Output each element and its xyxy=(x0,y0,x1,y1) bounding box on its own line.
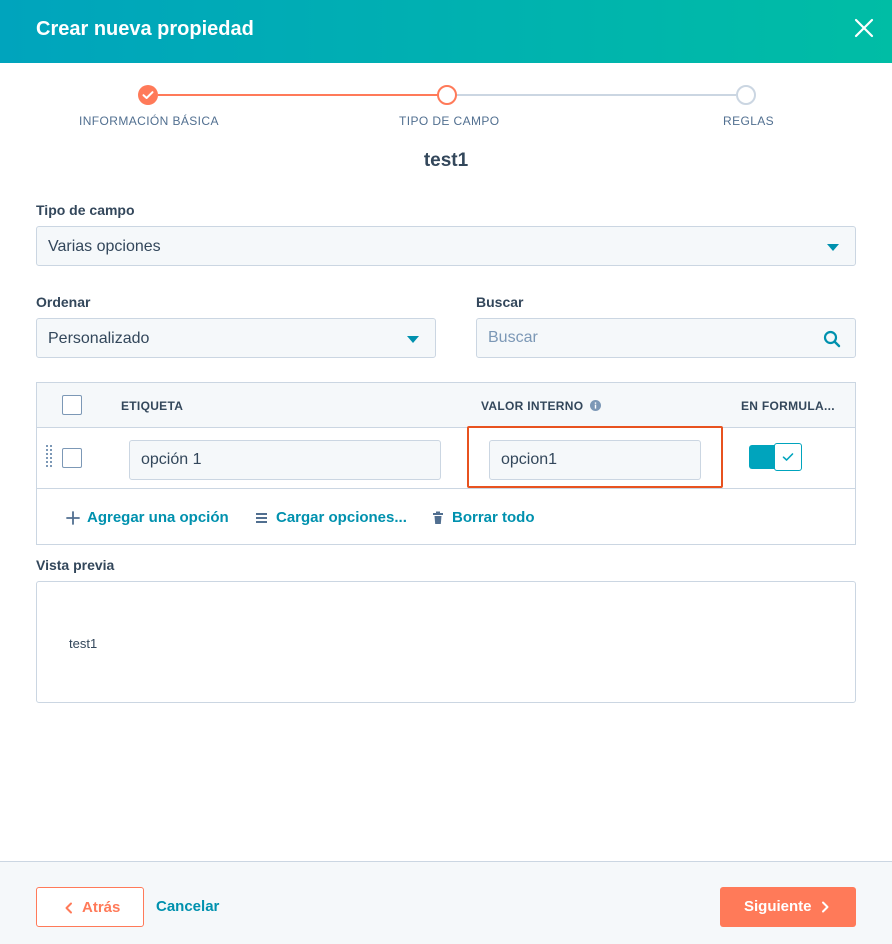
column-header-internal-value-text: VALOR INTERNO xyxy=(481,399,584,413)
trash-icon xyxy=(431,511,445,525)
stepper-line-upcoming xyxy=(456,94,736,96)
column-header-in-forms: EN FORMULA... xyxy=(741,399,835,413)
search-icon[interactable] xyxy=(823,330,841,348)
list-icon xyxy=(255,511,269,525)
step-upcoming-dot xyxy=(736,85,756,105)
plus-icon xyxy=(66,511,80,525)
drag-handle-icon[interactable] xyxy=(46,445,52,469)
clear-all-link[interactable]: Borrar todo xyxy=(452,509,535,526)
back-button[interactable]: Atrás xyxy=(36,887,144,927)
modal-header: Crear nueva propiedad xyxy=(0,0,892,63)
column-header-label: ETIQUETA xyxy=(121,399,184,413)
modal-title: Crear nueva propiedad xyxy=(36,18,254,40)
modal-footer: Atrás Cancelar Siguiente xyxy=(0,861,892,944)
preview-property-name: test1 xyxy=(69,636,98,651)
cancel-button[interactable]: Cancelar xyxy=(156,898,219,915)
step-label-field-type: TIPO DE CAMPO xyxy=(399,114,500,128)
next-button-label: Siguiente xyxy=(744,898,812,915)
step-label-rules: REGLAS xyxy=(723,114,775,128)
option-internal-value-input[interactable] xyxy=(489,440,701,480)
next-button[interactable]: Siguiente xyxy=(720,887,856,927)
chevron-down-icon xyxy=(407,336,419,343)
close-icon[interactable] xyxy=(848,12,880,44)
back-button-label: Atrás xyxy=(82,899,121,916)
order-label: Ordenar xyxy=(36,294,91,310)
add-option-link[interactable]: Agregar una opción xyxy=(87,509,229,526)
step-completed-check-icon xyxy=(138,85,158,105)
preview-label: Vista previa xyxy=(36,557,115,573)
table-header: ETIQUETA VALOR INTERNO EN FORMULA... xyxy=(37,383,855,428)
stepper-line-completed xyxy=(158,94,438,96)
preview-panel: test1 xyxy=(36,581,856,703)
order-value: Personalizado xyxy=(48,330,150,347)
search-field xyxy=(476,318,856,358)
search-label: Buscar xyxy=(476,294,524,310)
step-current-dot xyxy=(437,85,457,105)
step-label-basic-info: INFORMACIÓN BÁSICA xyxy=(79,114,219,128)
field-type-select[interactable]: Varias opciones xyxy=(36,226,856,266)
load-options-link[interactable]: Cargar opciones... xyxy=(276,509,407,526)
field-type-value: Varias opciones xyxy=(48,238,161,255)
chevron-right-icon xyxy=(822,901,829,913)
search-input[interactable] xyxy=(477,319,817,357)
chevron-left-icon xyxy=(65,902,72,914)
chevron-down-icon xyxy=(827,244,839,251)
in-forms-toggle[interactable] xyxy=(749,443,803,471)
info-icon[interactable] xyxy=(589,400,601,411)
row-checkbox[interactable] xyxy=(62,448,82,468)
option-label-input[interactable] xyxy=(129,440,441,480)
order-select[interactable]: Personalizado xyxy=(36,318,436,358)
options-table: ETIQUETA VALOR INTERNO EN FORMULA... opc… xyxy=(36,382,856,545)
table-row xyxy=(37,426,855,489)
column-header-internal-value: VALOR INTERNO xyxy=(481,399,601,413)
check-icon xyxy=(782,453,794,461)
field-type-label: Tipo de campo xyxy=(36,202,135,218)
toggle-knob xyxy=(774,443,802,471)
property-name-title: test1 xyxy=(423,150,469,171)
select-all-checkbox[interactable] xyxy=(62,395,82,415)
